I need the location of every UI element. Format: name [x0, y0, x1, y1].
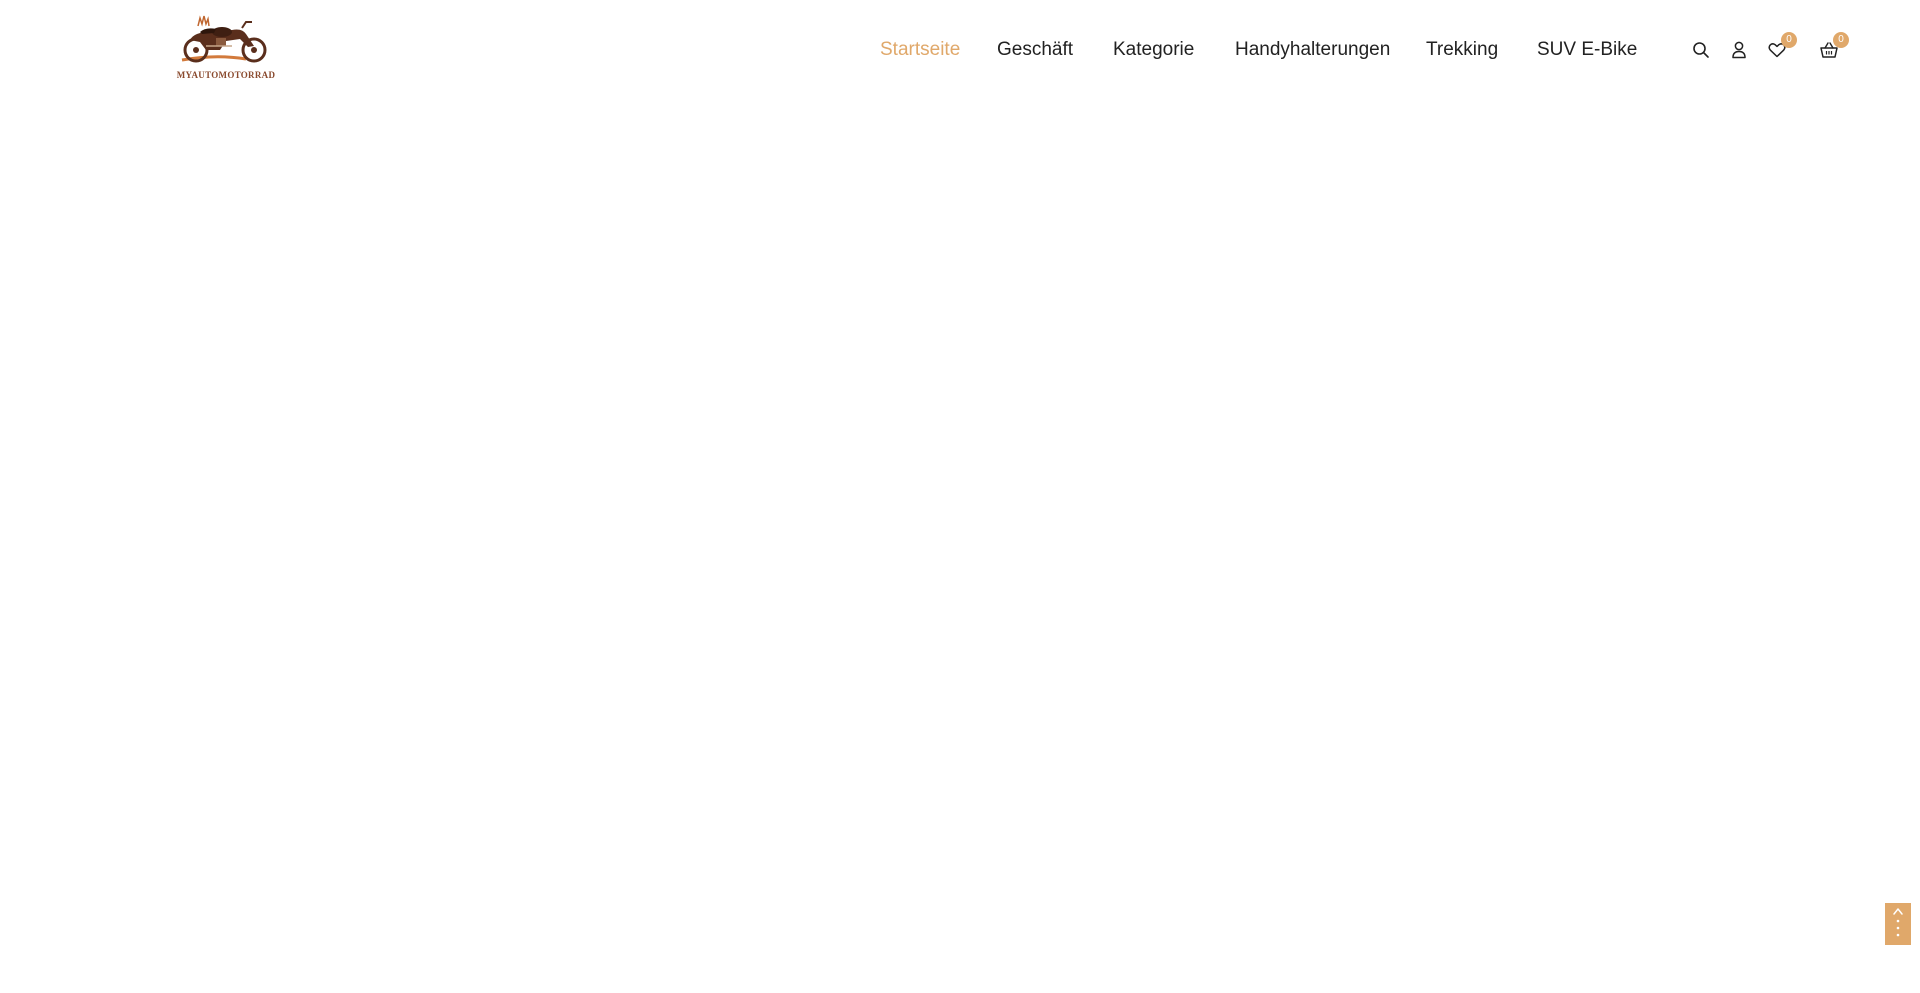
main-nav: Startseite Geschäft Kategorie Handyhalte… [0, 36, 1920, 66]
back-to-top-button[interactable] [1885, 903, 1911, 945]
cart-button[interactable]: 0 [1817, 32, 1849, 62]
wishlist-button[interactable]: 0 [1765, 32, 1797, 62]
nav-item-geschaeft[interactable]: Geschäft [997, 36, 1073, 64]
nav-item-trekking[interactable]: Trekking [1426, 36, 1498, 64]
account-button[interactable] [1727, 38, 1751, 62]
nav-item-kategorie[interactable]: Kategorie [1113, 36, 1194, 64]
nav-item-suv-e-bike[interactable]: SUV E-Bike [1537, 36, 1637, 64]
search-icon [1693, 42, 1709, 58]
cart-count-badge: 0 [1833, 32, 1849, 48]
arrow-up-icon [1893, 908, 1903, 937]
search-button[interactable] [1689, 38, 1713, 62]
logo-text: MYAUTOMOTORRAD [176, 70, 276, 80]
user-icon [1732, 41, 1746, 59]
site-header: MYAUTOMOTORRAD Startseite Geschäft Kateg… [0, 0, 1920, 100]
wishlist-count-badge: 0 [1781, 32, 1797, 48]
nav-item-handyhalterungen[interactable]: Handyhalterungen [1235, 36, 1390, 64]
nav-item-startseite[interactable]: Startseite [880, 36, 960, 64]
